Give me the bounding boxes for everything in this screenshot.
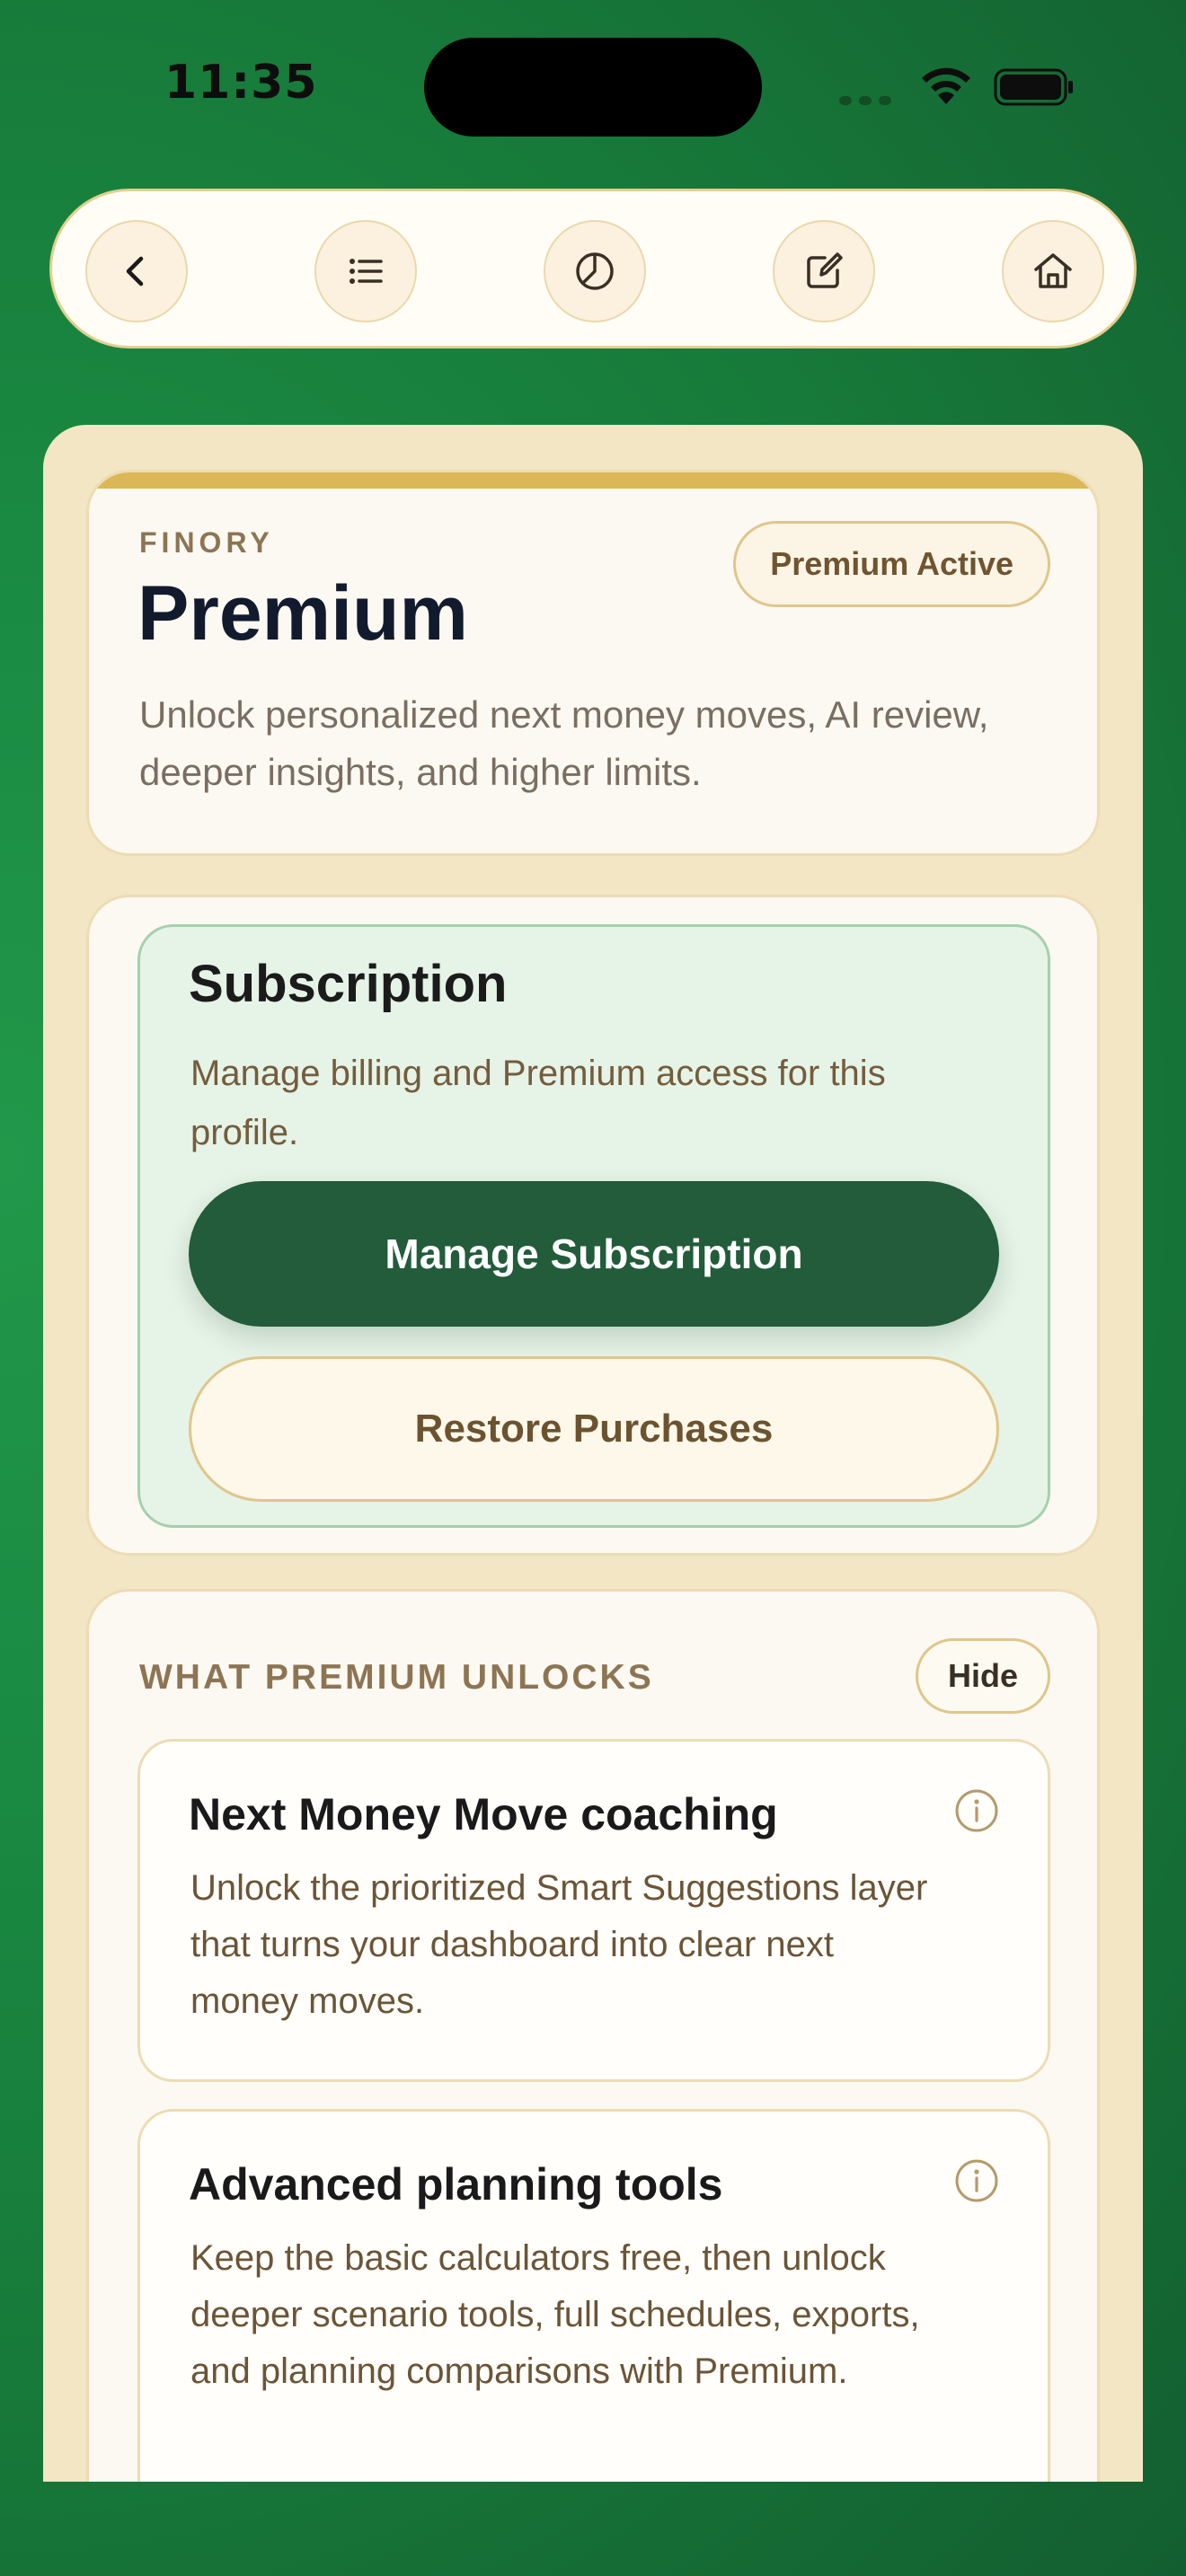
feature-title: Advanced planning tools [189, 2159, 723, 2210]
brand-label: FINORY [139, 526, 274, 559]
subscription-panel: Subscription Manage billing and Premium … [137, 924, 1050, 1528]
subscription-title: Subscription [189, 955, 508, 1013]
premium-unlocks-card: WHAT PREMIUM UNLOCKS Hide Next Money Mov… [86, 1589, 1100, 2482]
premium-header-card: FINORY Premium Premium Active Unlock per… [86, 470, 1100, 856]
hide-button[interactable]: Hide [916, 1638, 1050, 1714]
top-navigation-bar [49, 189, 1137, 348]
status-bar: 11:35 [0, 0, 1186, 171]
subscription-card: Subscription Manage billing and Premium … [86, 895, 1100, 1556]
home-button[interactable] [1002, 220, 1104, 322]
cellular-signal-icon [839, 93, 898, 110]
info-icon[interactable] [954, 2158, 999, 2203]
back-button[interactable] [85, 220, 188, 322]
manage-subscription-button[interactable]: Manage Subscription [189, 1181, 999, 1327]
pie-chart-icon [576, 252, 614, 290]
feature-description: Unlock the prioritized Smart Suggestions… [190, 1868, 928, 2021]
edit-icon [807, 252, 843, 288]
feature-title: Next Money Move coaching [189, 1789, 778, 1839]
chevron-left-icon [126, 256, 144, 287]
section-heading: WHAT PREMIUM UNLOCKS [139, 1658, 654, 1697]
status-time: 11:35 [164, 56, 318, 110]
restore-purchases-button[interactable]: Restore Purchases [189, 1356, 999, 1502]
list-button[interactable] [314, 220, 417, 322]
list-icon [350, 259, 383, 284]
battery-icon [994, 68, 1073, 106]
content-panel: FINORY Premium Premium Active Unlock per… [43, 425, 1143, 2482]
feature-card: Next Money Move coaching Unlock the prio… [137, 1739, 1050, 2082]
subscription-description: Manage billing and Premium access for th… [190, 1054, 886, 1152]
info-icon[interactable] [954, 1788, 999, 1833]
wifi-icon [922, 67, 970, 104]
page-title: Premium [137, 570, 469, 657]
premium-status-badge: Premium Active [733, 521, 1050, 607]
home-icon [1034, 253, 1072, 288]
premium-description: Unlock personalized next money moves, AI… [139, 693, 989, 793]
feature-description: Keep the basic calculators free, then un… [190, 2238, 920, 2391]
accent-bar [89, 472, 1097, 489]
dynamic-island [424, 38, 762, 137]
edit-button[interactable] [773, 220, 875, 322]
feature-card: Advanced planning tools Keep the basic c… [137, 2109, 1050, 2482]
insights-button[interactable] [544, 220, 646, 322]
